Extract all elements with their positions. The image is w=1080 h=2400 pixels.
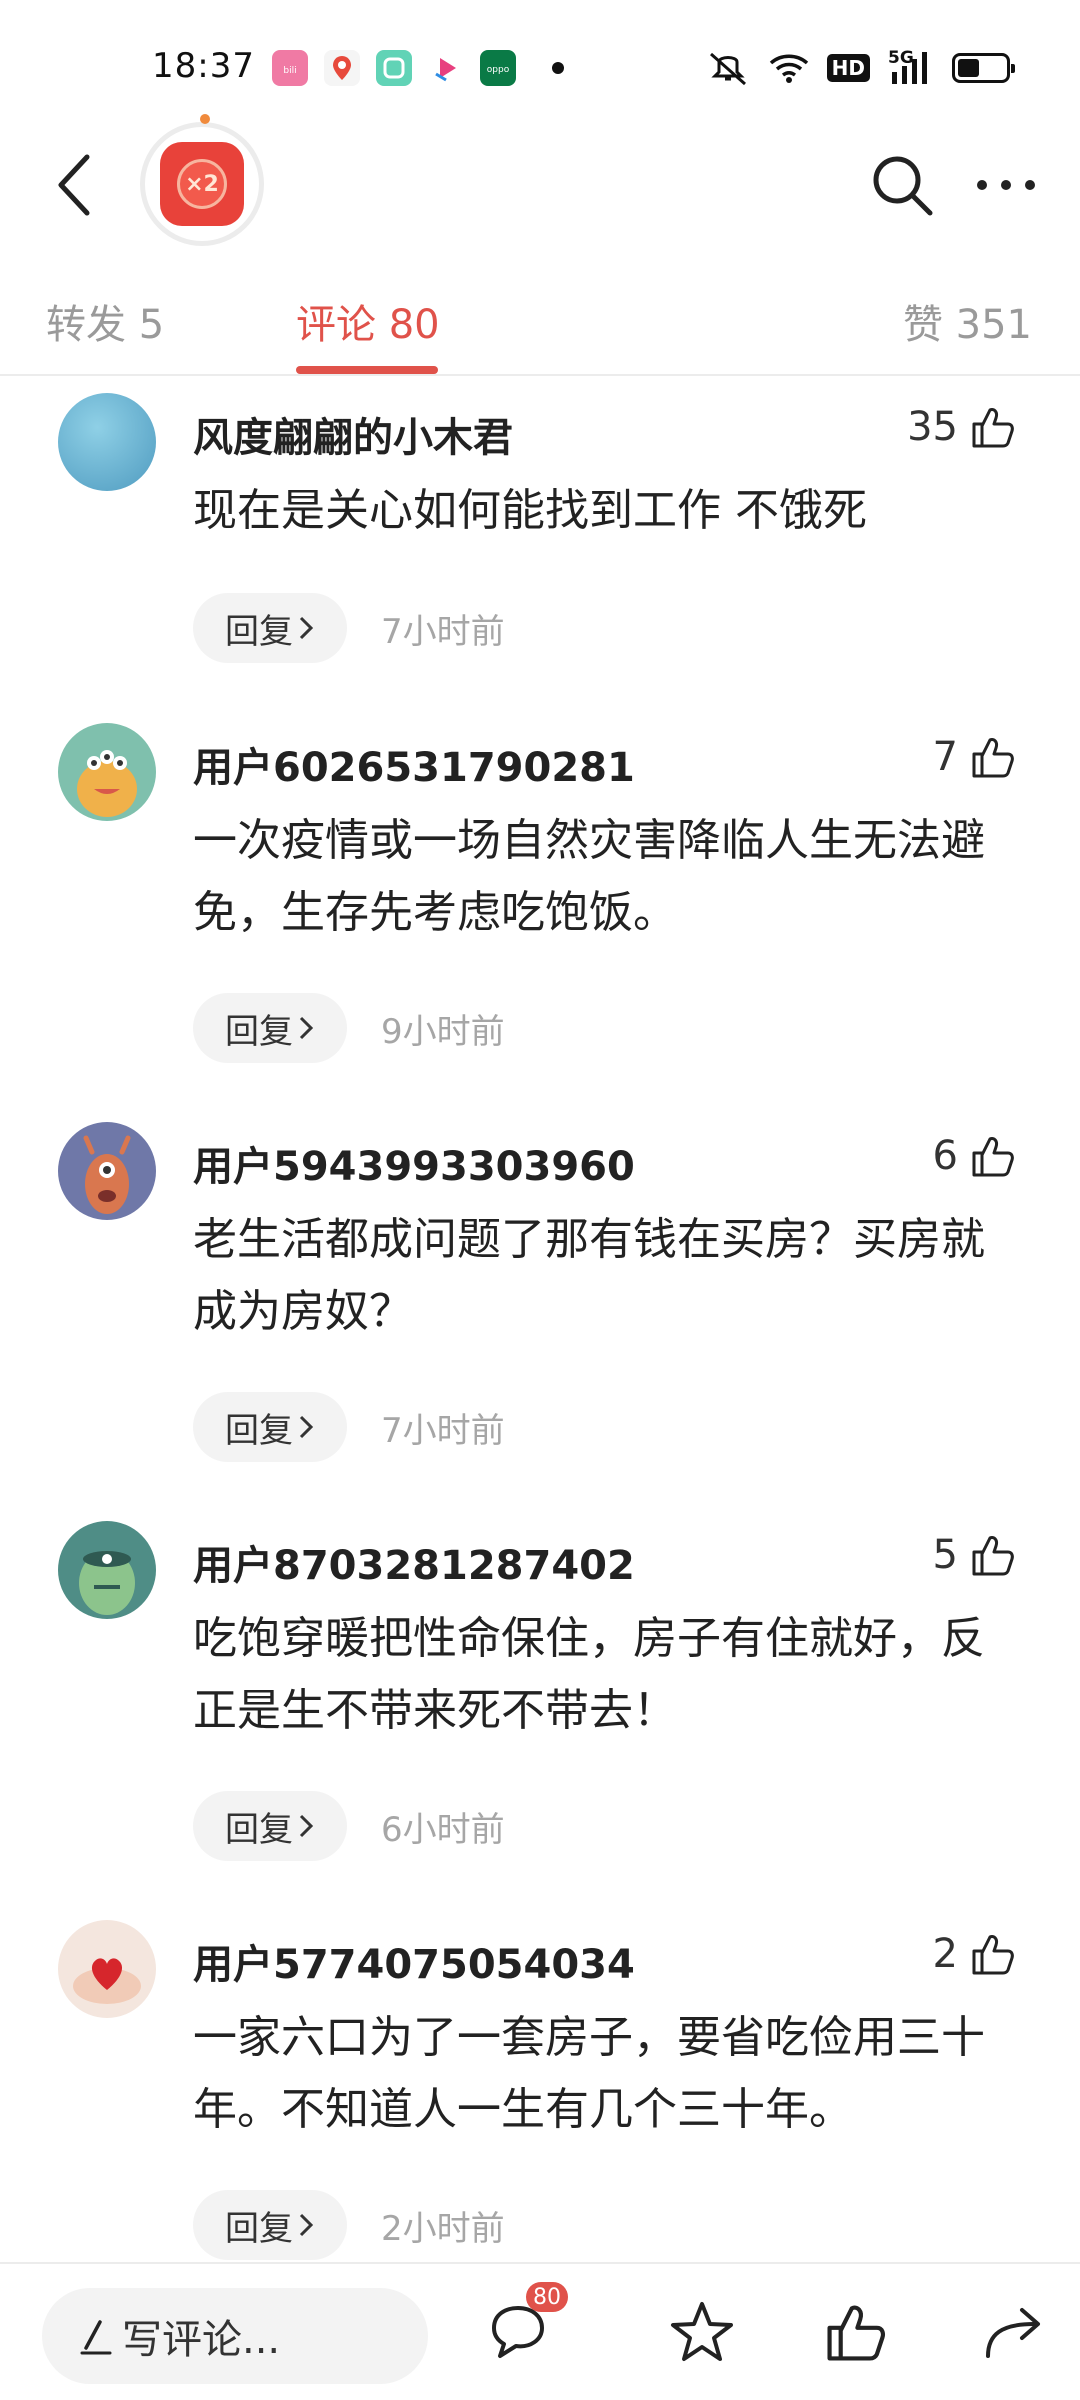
oppo-icon: oppo bbox=[480, 50, 516, 86]
thumbs-up-icon bbox=[972, 408, 1014, 448]
comment-text: 一次疫情或一场自然灾害降临人生无法避免，生存先考虑吃饱饭。 bbox=[193, 815, 985, 938]
comment-meta: 回复 7小时前 bbox=[193, 1392, 505, 1462]
reply-label: 回复 bbox=[225, 611, 293, 652]
write-comment-input[interactable]: 写评论... bbox=[42, 2288, 428, 2384]
avatar[interactable] bbox=[58, 1920, 156, 2018]
tab-likes[interactable]: 赞 351 bbox=[903, 292, 1032, 350]
thumbs-up-icon bbox=[972, 1137, 1014, 1177]
like-count: 5 bbox=[932, 1532, 958, 1578]
like-post-button[interactable] bbox=[816, 2292, 896, 2372]
thumbs-up-icon bbox=[972, 1935, 1014, 1975]
like-count: 6 bbox=[932, 1133, 958, 1179]
comment-text: 老生活都成问题了那有钱在买房？买房就成为房奴？ bbox=[193, 1214, 985, 1337]
chevron-right-icon bbox=[299, 1016, 314, 1040]
reply-button[interactable]: 回复 bbox=[193, 1392, 347, 1462]
video-app-icon bbox=[428, 50, 464, 86]
mute-icon bbox=[705, 50, 751, 86]
notification-dot-icon bbox=[552, 62, 564, 74]
avatar[interactable] bbox=[58, 393, 156, 491]
favorite-button[interactable] bbox=[662, 2292, 742, 2372]
search-icon bbox=[873, 156, 933, 216]
like-count: 7 bbox=[932, 734, 958, 780]
like-button[interactable]: 5 bbox=[933, 1527, 1016, 1583]
comment-meta: 回复 6小时前 bbox=[193, 1791, 505, 1861]
tab-comments[interactable]: 评论 80 bbox=[296, 292, 440, 350]
reply-button[interactable]: 回复 bbox=[193, 1791, 347, 1861]
comment-time: 7小时前 bbox=[381, 611, 505, 652]
top-nav: ×2 bbox=[0, 110, 1080, 260]
comment-time: 9小时前 bbox=[381, 1011, 505, 1052]
red-packet-icon: ×2 bbox=[160, 142, 244, 226]
status-indicators: HD 5G bbox=[705, 48, 1015, 88]
back-button[interactable] bbox=[40, 140, 110, 230]
bottom-action-bar: 写评论... 80 bbox=[0, 2262, 1080, 2400]
like-count: 2 bbox=[932, 1931, 958, 1977]
more-button[interactable] bbox=[966, 140, 1046, 230]
comment-text: 吃饱穿暖把性命保住，房子有住就好，反正是生不带来死不带去！ bbox=[193, 1613, 985, 1736]
comment-count-badge: 80 bbox=[526, 2282, 568, 2312]
like-button[interactable]: 35 bbox=[907, 399, 1016, 455]
comment-author[interactable]: 用户8703281287402 bbox=[193, 1533, 635, 1591]
comment-meta: 回复 9小时前 bbox=[193, 993, 505, 1063]
battery-icon bbox=[952, 53, 1015, 83]
reply-label: 回复 bbox=[225, 1410, 293, 1451]
star-icon bbox=[671, 2302, 733, 2361]
battery-fill bbox=[958, 59, 979, 77]
chevron-right-icon bbox=[299, 616, 314, 640]
comment-meta: 回复 7小时前 bbox=[193, 593, 505, 663]
svg-text:oppo: oppo bbox=[487, 65, 510, 75]
thumbs-up-icon bbox=[972, 738, 1014, 778]
more-icon bbox=[977, 180, 1035, 190]
comment-meta: 回复 2小时前 bbox=[193, 2190, 505, 2260]
comment-text: 一家六口为了一套房子，要省吃俭用三十年。不知道人一生有几个三十年。 bbox=[193, 2012, 985, 2135]
thumbs-up-icon bbox=[827, 2305, 886, 2361]
reply-button[interactable]: 回复 bbox=[193, 993, 347, 1063]
tab-bar: 转发 5 评论 80 赞 351 bbox=[0, 270, 1080, 376]
reply-label: 回复 bbox=[225, 1011, 293, 1052]
bilibili-icon: bili bbox=[272, 50, 308, 86]
red-packet-multiplier: ×2 bbox=[177, 159, 227, 209]
reply-label: 回复 bbox=[225, 1809, 293, 1850]
reply-button[interactable]: 回复 bbox=[193, 2190, 347, 2260]
wifi-icon bbox=[769, 52, 809, 84]
avatar[interactable] bbox=[58, 1122, 156, 1220]
tab-reposts[interactable]: 转发 5 bbox=[46, 292, 164, 350]
like-button[interactable]: 6 bbox=[933, 1128, 1016, 1184]
like-button[interactable]: 7 bbox=[933, 729, 1016, 785]
avatar[interactable] bbox=[58, 1521, 156, 1619]
thumbs-up-icon bbox=[972, 1536, 1014, 1576]
like-count: 35 bbox=[907, 404, 958, 450]
tab-active-indicator bbox=[296, 366, 438, 374]
comment-author[interactable]: 风度翩翩的小木君 bbox=[193, 405, 513, 463]
green-app-icon bbox=[376, 50, 412, 86]
comment-author[interactable]: 用户5774075054034 bbox=[193, 1932, 635, 1990]
chevron-right-icon bbox=[299, 2213, 314, 2237]
svg-text:bili: bili bbox=[283, 66, 296, 76]
badge-dot-icon bbox=[200, 114, 210, 124]
chevron-right-icon bbox=[299, 1814, 314, 1838]
search-button[interactable] bbox=[862, 140, 942, 230]
red-packet-badge[interactable]: ×2 bbox=[140, 122, 264, 246]
share-button[interactable] bbox=[974, 2292, 1054, 2372]
like-button[interactable]: 2 bbox=[933, 1926, 1016, 1982]
comment-author[interactable]: 用户6026531790281 bbox=[193, 735, 635, 793]
chevron-right-icon bbox=[299, 1415, 314, 1439]
comment-time: 7小时前 bbox=[381, 1410, 505, 1451]
back-arrow-icon bbox=[58, 154, 90, 216]
hd-badge: HD bbox=[826, 54, 870, 82]
write-comment-placeholder: 写评论... bbox=[122, 2317, 281, 2363]
reply-button[interactable]: 回复 bbox=[193, 593, 347, 663]
status-time: 18:37 bbox=[152, 46, 255, 86]
comment-time: 2小时前 bbox=[381, 2208, 505, 2249]
signal-icon: 5G bbox=[888, 50, 934, 86]
share-arrow-icon bbox=[986, 2308, 1040, 2358]
avatar[interactable] bbox=[58, 723, 156, 821]
map-pin-icon bbox=[324, 50, 360, 86]
pen-icon bbox=[80, 2320, 112, 2355]
comment-text: 现在是关心如何能找到工作 不饿死 bbox=[193, 485, 867, 536]
comment-time: 6小时前 bbox=[381, 1809, 505, 1850]
reply-label: 回复 bbox=[225, 2208, 293, 2249]
comment-author[interactable]: 用户5943993303960 bbox=[193, 1134, 635, 1192]
